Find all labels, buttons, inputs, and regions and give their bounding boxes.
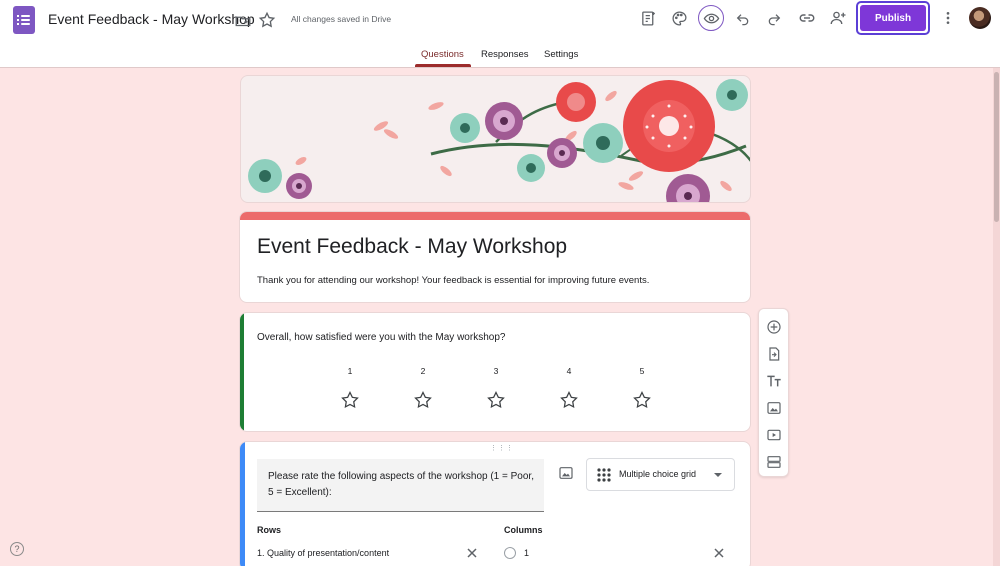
forms-logo-icon[interactable] bbox=[13, 6, 35, 34]
question-title: Please rate the following aspects of the… bbox=[268, 471, 534, 498]
rating-label-1: 1 bbox=[347, 366, 353, 376]
avatar[interactable] bbox=[969, 7, 991, 29]
radio-icon bbox=[504, 547, 516, 559]
scrollbar[interactable] bbox=[993, 68, 1000, 566]
tab-questions[interactable]: Questions bbox=[421, 49, 464, 60]
rating-label-3: 3 bbox=[493, 366, 499, 376]
rating-label-2: 2 bbox=[420, 366, 426, 376]
active-question-bar bbox=[240, 442, 245, 566]
add-image-icon[interactable] bbox=[766, 400, 782, 416]
rating-label-5: 5 bbox=[639, 366, 645, 376]
save-status: All changes saved in Drive bbox=[291, 14, 392, 24]
preview-eye-icon bbox=[699, 6, 723, 30]
rating-label-4: 4 bbox=[566, 366, 572, 376]
import-questions-icon[interactable] bbox=[766, 346, 782, 362]
form-title[interactable]: Event Feedback - May Workshop bbox=[257, 235, 567, 259]
star-icon[interactable] bbox=[486, 390, 506, 410]
top-bar: Event Feedback - May Workshop All change… bbox=[0, 0, 1000, 68]
star-icon[interactable] bbox=[632, 390, 652, 410]
drag-handle-icon[interactable]: ⋮⋮⋮ bbox=[490, 445, 514, 452]
add-title-icon[interactable] bbox=[766, 373, 782, 389]
columns-heading: Columns bbox=[504, 525, 543, 535]
close-icon[interactable] bbox=[713, 547, 725, 559]
palette-icon[interactable] bbox=[667, 6, 691, 30]
star-icon[interactable] bbox=[559, 390, 579, 410]
star-icon[interactable] bbox=[413, 390, 433, 410]
star-icon[interactable] bbox=[255, 8, 279, 32]
floating-toolbar bbox=[758, 308, 789, 477]
scrollbar-thumb[interactable] bbox=[994, 72, 999, 222]
add-question-icon[interactable] bbox=[766, 319, 782, 335]
question-type-label: Multiple choice grid bbox=[619, 469, 697, 479]
tab-settings[interactable]: Settings bbox=[544, 49, 578, 60]
form-description[interactable]: Thank you for attending our workshop! Yo… bbox=[257, 275, 649, 286]
publish-button[interactable]: Publish bbox=[860, 5, 926, 31]
question-accent-bar bbox=[240, 313, 244, 431]
form-tabs: Questions Responses Settings bbox=[0, 47, 1000, 68]
grid-row-option[interactable]: 1. Quality of presentation/content bbox=[257, 548, 389, 558]
divider bbox=[0, 67, 1000, 68]
question-card-rating[interactable]: Overall, how satisfied were you with the… bbox=[239, 312, 751, 432]
close-icon[interactable] bbox=[466, 547, 478, 559]
help-icon[interactable]: ? bbox=[10, 542, 24, 556]
question-title[interactable]: Overall, how satisfied were you with the… bbox=[257, 332, 505, 343]
tab-responses[interactable]: Responses bbox=[481, 49, 529, 60]
add-video-icon[interactable] bbox=[766, 427, 782, 443]
addon-icon[interactable] bbox=[636, 6, 660, 30]
rows-heading: Rows bbox=[257, 525, 282, 535]
publish-button-focus-ring: Publish bbox=[856, 1, 930, 35]
question-card-grid[interactable]: ⋮⋮⋮ Please rate the following aspects of… bbox=[239, 441, 751, 566]
document-title[interactable]: Event Feedback - May Workshop bbox=[48, 11, 255, 27]
grid-icon bbox=[597, 468, 611, 482]
grid-column-option[interactable]: 1 bbox=[524, 548, 529, 558]
star-icon[interactable] bbox=[340, 390, 360, 410]
question-type-dropdown[interactable]: Multiple choice grid bbox=[586, 458, 735, 491]
add-section-icon[interactable] bbox=[766, 454, 782, 470]
chevron-down-icon bbox=[714, 473, 722, 477]
link-icon[interactable] bbox=[795, 6, 819, 30]
redo-icon[interactable] bbox=[762, 6, 786, 30]
question-title-input[interactable]: Please rate the following aspects of the… bbox=[257, 459, 544, 512]
form-title-card[interactable]: Event Feedback - May Workshop Thank you … bbox=[239, 211, 751, 303]
move-to-folder-icon[interactable] bbox=[231, 9, 255, 33]
form-header-image[interactable] bbox=[240, 75, 751, 203]
add-image-icon[interactable] bbox=[558, 465, 574, 481]
add-collaborator-icon[interactable] bbox=[826, 6, 850, 30]
more-vert-icon[interactable] bbox=[936, 6, 960, 30]
theme-color-band bbox=[240, 212, 750, 220]
undo-icon[interactable] bbox=[731, 6, 755, 30]
